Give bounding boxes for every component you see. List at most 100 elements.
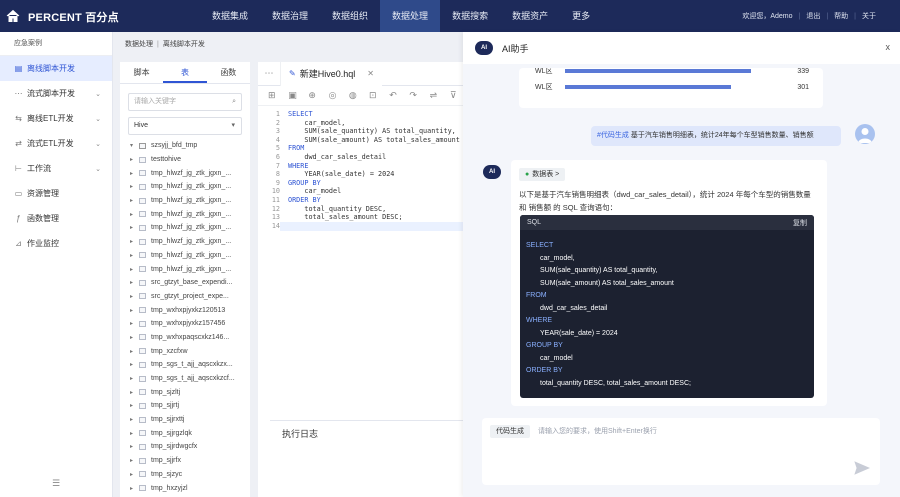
caret-right-icon[interactable]: ▸: [130, 197, 139, 204]
nav-item-0[interactable]: 数据集成: [200, 0, 260, 32]
run-icon[interactable]: ⊕: [308, 90, 328, 101]
tree-root[interactable]: ▾ szsyjj_bfd_tmp: [120, 139, 250, 153]
nav-item-6[interactable]: 更多: [560, 0, 602, 32]
tree-node[interactable]: ▸ tmp_xzcfxw: [120, 344, 250, 358]
send-icon[interactable]: [854, 460, 870, 476]
code-line[interactable]: GROUP BY: [288, 179, 460, 188]
collapse-icon[interactable]: ☰: [52, 478, 60, 489]
undo-icon[interactable]: ↶: [389, 90, 409, 101]
tree-node[interactable]: ▸ tmp_wxhxpjyxkz157456: [120, 317, 250, 331]
caret-right-icon[interactable]: ▸: [130, 485, 139, 492]
code-line[interactable]: FROM: [288, 144, 460, 153]
code-line[interactable]: SUM(sale_quantity) AS total_quantity,: [288, 127, 460, 136]
tree-node[interactable]: ▸ tmp_hlwzf_jg_ztk_jgxn_...: [120, 180, 250, 194]
code-line[interactable]: WHERE: [288, 162, 460, 171]
nav-item-4[interactable]: 数据搜索: [440, 0, 500, 32]
caret-right-icon[interactable]: ▸: [130, 348, 139, 355]
logout-link[interactable]: 退出: [806, 11, 820, 21]
sidebar-item-2[interactable]: ⇆ 离线ETL开发 ⌄: [0, 106, 112, 131]
code-line[interactable]: SUM(sale_amount) AS total_sales_amount: [288, 136, 460, 145]
code-line[interactable]: [288, 222, 460, 231]
tree-node[interactable]: ▸ tmp_hlwzf_jg_ztk_jgxn_...: [120, 249, 250, 263]
home-icon[interactable]: [6, 9, 20, 23]
code-line[interactable]: total_sales_amount DESC;: [288, 213, 460, 222]
sidebar-item-3[interactable]: ⇄ 流式ETL开发 ⌄: [0, 131, 112, 156]
tree-node[interactable]: ▸ tmp_sjzyc: [120, 468, 250, 482]
tree-node[interactable]: ▸ tmp_hxzyjzl: [120, 481, 250, 495]
sidebar-item-7[interactable]: ⊿ 作业监控: [0, 231, 112, 256]
caret-right-icon[interactable]: ▸: [130, 430, 139, 437]
nav-item-3[interactable]: 数据处理: [380, 0, 441, 32]
caret-right-icon[interactable]: ▸: [130, 416, 139, 423]
tree-node[interactable]: ▸ src_gtzyt_base_expendi...: [120, 276, 250, 290]
tree-node[interactable]: ▸ tmp_hlwzf_jg_ztk_jgxn_...: [120, 166, 250, 180]
caret-right-icon[interactable]: ▸: [130, 224, 139, 231]
chevron-down-icon[interactable]: ⌄: [95, 90, 101, 98]
caret-right-icon[interactable]: ▸: [130, 375, 139, 382]
code-line[interactable]: dwd_car_sales_detail: [288, 153, 460, 162]
code-line[interactable]: ORDER BY: [288, 196, 460, 205]
chevron-down-icon[interactable]: ⌄: [95, 165, 101, 173]
add-icon[interactable]: ⊞: [268, 90, 288, 101]
caret-right-icon[interactable]: ▸: [130, 183, 139, 190]
nav-item-2[interactable]: 数据组织: [320, 0, 380, 32]
tree-node[interactable]: ▸ tmp_hlwzf_jg_ztk_jgxn_...: [120, 194, 250, 208]
tree-node[interactable]: ▸ tmp_sjjrgzlqk: [120, 426, 250, 440]
search-icon[interactable]: ⌕: [232, 94, 236, 110]
sidebar-item-6[interactable]: ƒ 函数管理: [0, 206, 112, 231]
nav-item-1[interactable]: 数据治理: [260, 0, 320, 32]
caret-right-icon[interactable]: ▸: [130, 266, 139, 273]
caret-right-icon[interactable]: ▸: [130, 457, 139, 464]
nav-item-5[interactable]: 数据资产: [500, 0, 560, 32]
tree-node[interactable]: ▸ testtohive: [120, 153, 250, 167]
caret-right-icon[interactable]: ▸: [130, 211, 139, 218]
sidebar-item-5[interactable]: ▭ 资源管理: [0, 181, 112, 206]
code-line[interactable]: YEAR(sale_date) = 2024: [288, 170, 460, 179]
lock-icon[interactable]: ⊡: [369, 90, 389, 101]
tree-tab-0[interactable]: 脚本: [120, 62, 163, 83]
chevron-down-icon[interactable]: ⌄: [95, 140, 101, 148]
tree-node[interactable]: ▸ tmp_sjzltj: [120, 385, 250, 399]
execution-log-tab[interactable]: 执行日志: [282, 427, 318, 440]
breadcrumb-parent[interactable]: 数据处理: [125, 41, 153, 48]
caret-right-icon[interactable]: ▸: [130, 443, 139, 450]
caret-right-icon[interactable]: ▸: [130, 402, 139, 409]
editor-tab-active[interactable]: ✎ 新建Hive0.hql ✕: [280, 61, 382, 86]
tree-tab-1[interactable]: 表: [163, 62, 207, 83]
caret-down-icon[interactable]: ▾: [130, 142, 139, 149]
close-icon[interactable]: x: [886, 42, 891, 52]
caret-right-icon[interactable]: ▸: [130, 279, 139, 286]
tree-node[interactable]: ▸ tmp_hlwzf_jg_ztk_jgxn_...: [120, 262, 250, 276]
caret-right-icon[interactable]: ▸: [130, 252, 139, 259]
code-lines[interactable]: SELECT car_model, SUM(sale_quantity) AS …: [288, 110, 460, 230]
about-link[interactable]: 关于: [862, 11, 876, 21]
tree-tab-2[interactable]: 函数: [207, 62, 250, 83]
tree-node[interactable]: ▸ tmp_sjjrtj: [120, 399, 250, 413]
stop-icon[interactable]: ◎: [329, 90, 349, 101]
tree-node[interactable]: ▸ tmp_wxhxpaqscxkz146...: [120, 331, 250, 345]
tree-node[interactable]: ▸ tmp_sgs_t_ajj_aqscxkzx...: [120, 358, 250, 372]
close-icon[interactable]: ✕: [367, 69, 374, 78]
tree-node[interactable]: ▸ tmp_sgs_t_ajj_aqscxkzcf...: [120, 372, 250, 386]
code-line[interactable]: SELECT: [288, 110, 460, 119]
code-line[interactable]: total_quantity DESC,: [288, 205, 460, 214]
tree-node[interactable]: ▸ tmp_wxhxpjyxkz120513: [120, 303, 250, 317]
caret-right-icon[interactable]: ▸: [130, 389, 139, 396]
format-icon[interactable]: ◍: [349, 90, 369, 101]
tree-node[interactable]: ▸ src_gtzyt_project_expe...: [120, 290, 250, 304]
search-input[interactable]: 请输入关键字 ⌕: [128, 93, 242, 111]
more-icon[interactable]: ⋯: [258, 68, 280, 79]
sidebar-item-0[interactable]: ▤ 离线脚本开发: [0, 56, 112, 81]
caret-right-icon[interactable]: ▸: [130, 156, 139, 163]
help-link[interactable]: 帮助: [834, 11, 848, 21]
code-area[interactable]: 1 2 3 4 5 6 7 8 9 10 11 12 13 14 SELECT car_model, SU…: [258, 106, 470, 232]
caret-right-icon[interactable]: ▸: [130, 361, 139, 368]
caret-right-icon[interactable]: ▸: [130, 334, 139, 341]
database-select[interactable]: Hive ▾: [128, 117, 242, 135]
chat-input[interactable]: 代码生成 请输入您的要求，使用Shift+Enter换行: [482, 418, 880, 485]
datasource-tag[interactable]: ● 数据表 >: [519, 168, 566, 181]
tree-node[interactable]: ▸ tmp_sjjrdwgcfx: [120, 440, 250, 454]
link-icon[interactable]: ⇌: [430, 90, 450, 101]
tree-node[interactable]: ▸ tmp_sjjrfx: [120, 454, 250, 468]
caret-right-icon[interactable]: ▸: [130, 293, 139, 300]
